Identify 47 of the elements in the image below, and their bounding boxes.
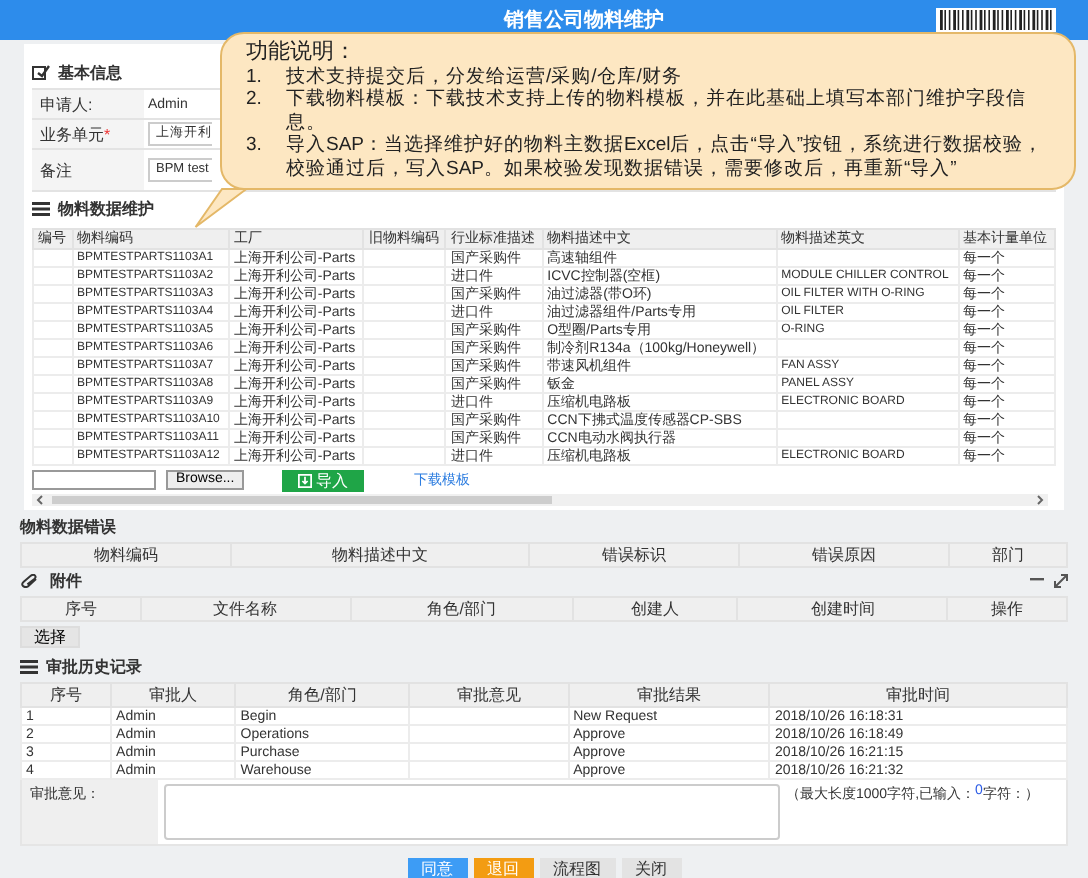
paperclip-icon (20, 573, 40, 587)
field-label: 业务单元* (32, 120, 144, 148)
barcode-icon (936, 8, 1056, 32)
column-header: 物料描述中文 (230, 543, 530, 567)
help-text: 下载物料模板：下载技术支持上传的物料模板，并在此基础上填写本部门维护字段信息。 (286, 88, 1028, 134)
column-header: 角色/部门 (235, 683, 410, 707)
column-header: 审批结果 (568, 683, 770, 707)
list-number: 3. (246, 134, 264, 160)
edit-icon (32, 64, 50, 80)
file-path-field[interactable] (32, 470, 156, 490)
expand-icon[interactable] (1054, 573, 1068, 587)
column-header: 物料编码 (21, 543, 231, 567)
column-header: 序号 (21, 683, 112, 707)
page-title: 销售公司物料维护 (504, 6, 664, 34)
column-header: 序号 (21, 597, 141, 621)
column-header: 操作 (947, 597, 1067, 621)
import-icon (298, 473, 313, 487)
column-header: 审批时间 (769, 683, 1067, 707)
field-label: 备注 (32, 150, 144, 190)
list-number: 2. (246, 88, 264, 114)
column-header: 角色/部门 (350, 597, 574, 621)
minimize-icon[interactable] (1030, 578, 1044, 582)
list-icon (20, 659, 38, 673)
action-button[interactable]: 关闭 (621, 858, 681, 878)
section-title: 物料数据错误 (20, 515, 116, 537)
list-number: 1. (246, 65, 264, 88)
column-header: 创建时间 (737, 597, 948, 621)
column-header: 审批人 (111, 683, 236, 707)
section-title: 物料数据维护 (58, 197, 154, 219)
section-title: 附件 (50, 569, 82, 591)
choose-button[interactable]: 选择 (20, 626, 80, 648)
horizontal-scrollbar[interactable] (32, 494, 1048, 506)
column-header: 部门 (948, 543, 1067, 567)
column-header: 创建人 (573, 597, 738, 621)
column-header: 文件名称 (140, 597, 351, 621)
column-header: 审批意见 (409, 683, 569, 707)
help-text: 技术支持提交后，分发给运营/采购/仓库/财务 (286, 65, 684, 88)
section-title: 基本信息 (58, 61, 122, 83)
column-header: 错误原因 (739, 543, 949, 567)
help-text: 导入SAP：当选择维护好的物料主数据Excel后，点击“导入”按钮，系统进行数据校验，校验通过后，写入SAP。如果校验发现数据错误，需要修改后，再重新“导入” (286, 134, 1046, 180)
callout-title: 功能说明： (246, 42, 358, 65)
comment-field[interactable] (164, 784, 780, 840)
section-title: 审批历史记录 (46, 655, 142, 677)
field-label: 申请人: (32, 90, 144, 118)
list-icon (32, 201, 50, 215)
action-button[interactable]: 流程图 (539, 858, 615, 878)
column-header: 错误标识 (529, 543, 740, 567)
